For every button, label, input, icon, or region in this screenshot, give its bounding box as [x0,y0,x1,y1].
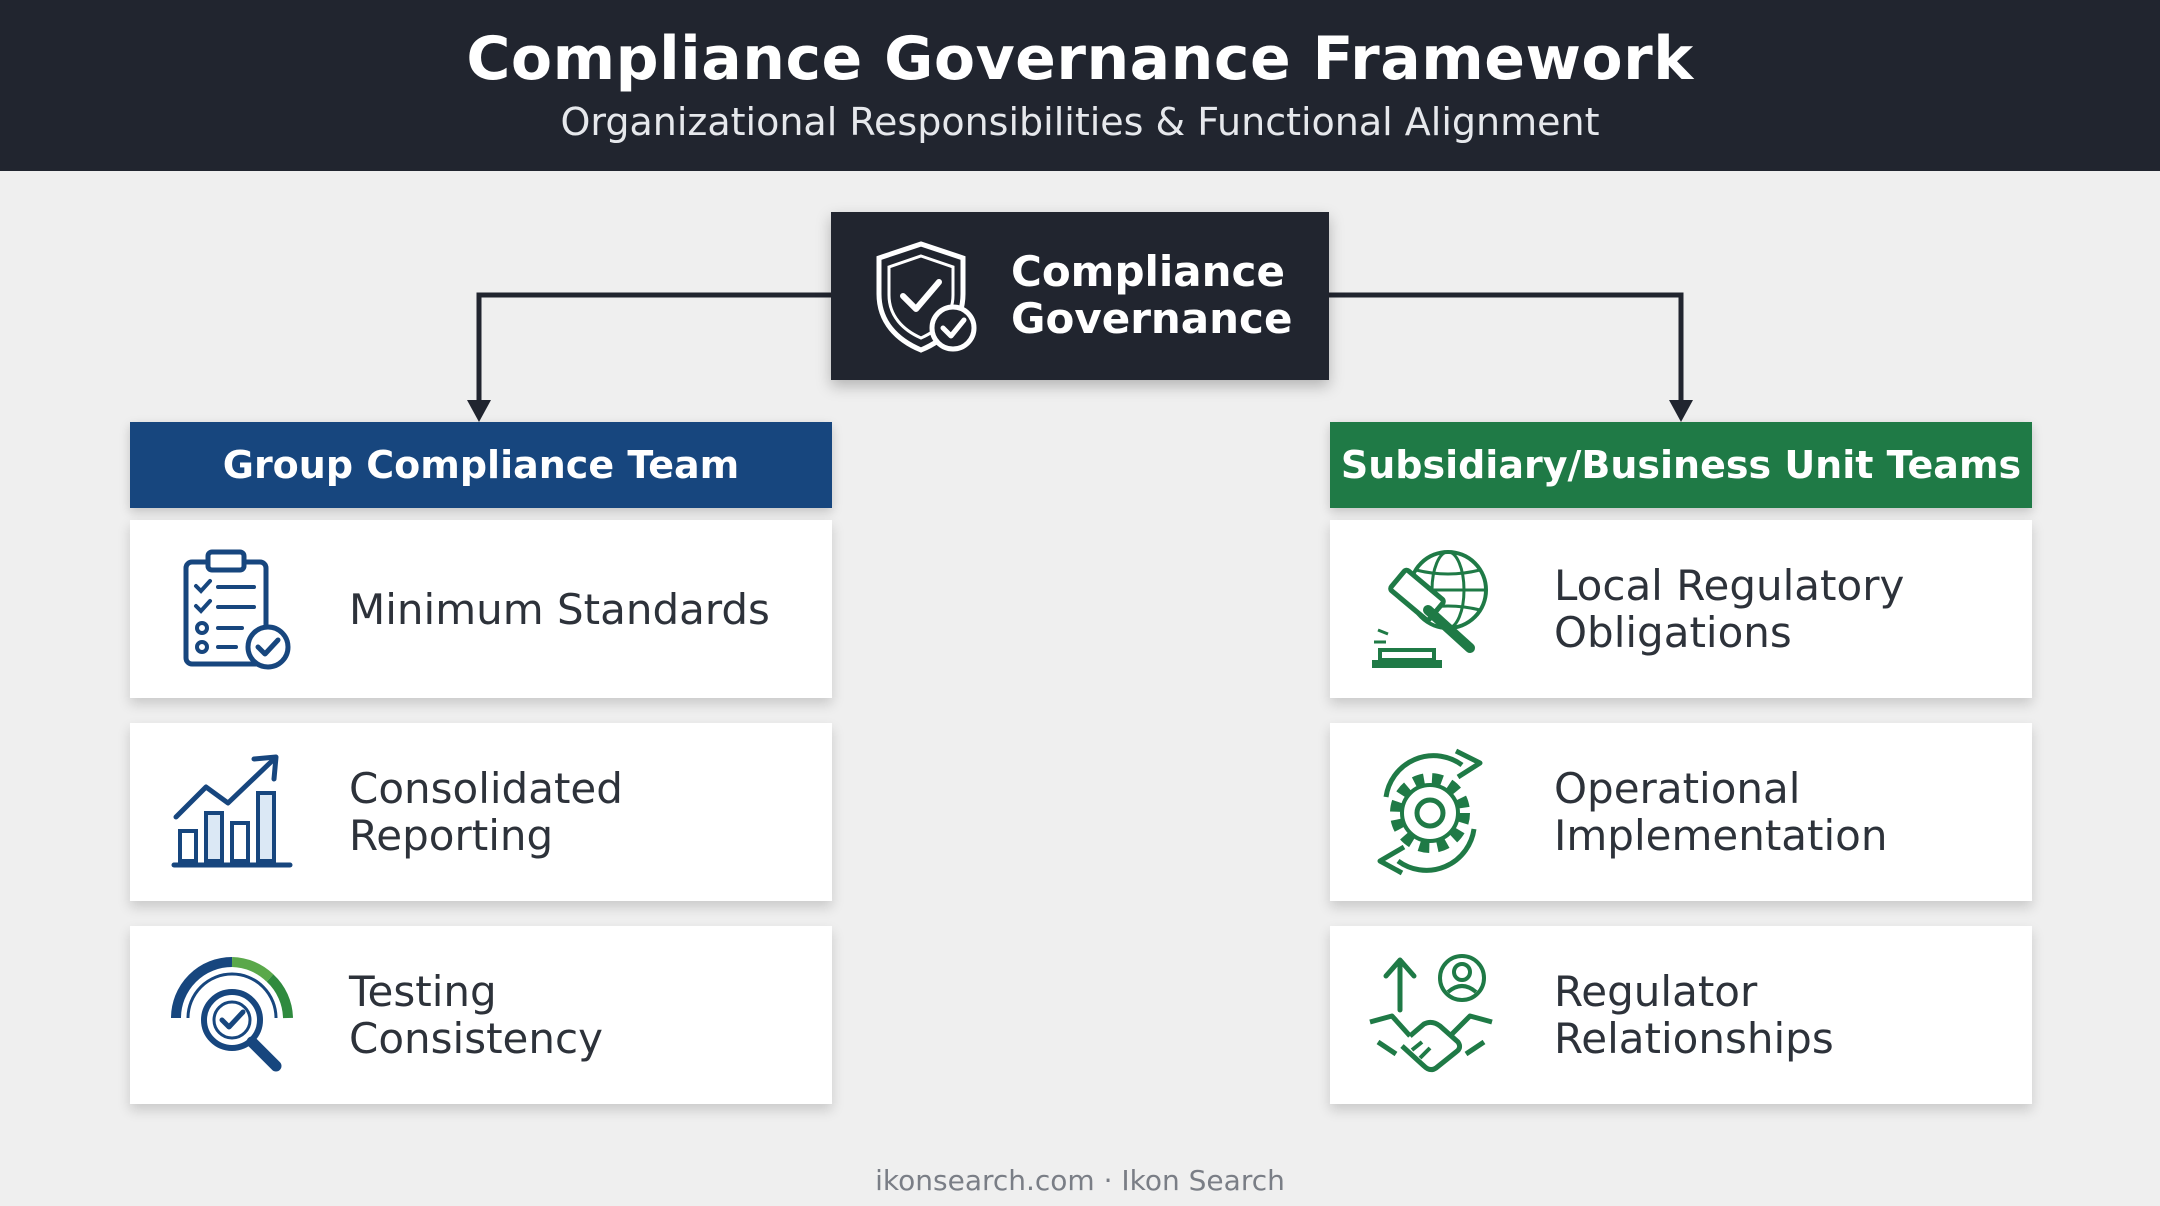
card-operational-implementation: Operational Implementation [1330,723,2032,901]
arrowhead-left [467,400,491,422]
root-node-label: Compliance Governance [1011,247,1293,343]
footer-attribution: ikonsearch.com · Ikon Search [875,1164,1285,1197]
card-local-regulatory-obligations: Local Regulatory Obligations [1330,520,2032,698]
connector-left [476,292,831,408]
gauge-magnifier-icon [171,957,293,1072]
root-node-compliance-governance: Compliance Governance [831,212,1329,380]
gear-cycle-icon [1377,748,1483,876]
card-label: Regulator Relationships [1554,967,1834,1063]
card-label: Operational Implementation [1554,764,1888,860]
card-label: Testing Consistency [349,967,603,1063]
bar-chart-trend-icon [171,754,293,868]
globe-gavel-icon [1372,550,1488,668]
clipboard-checklist-icon [183,549,291,670]
handshake-person-icon [1369,954,1493,1073]
card-label: Consolidated Reporting [349,764,623,860]
card-label: Minimum Standards [349,584,770,634]
arrowhead-right [1669,400,1693,422]
card-minimum-standards: Minimum Standards [130,520,832,698]
shield-check-icon [876,241,977,353]
card-testing-consistency: Testing Consistency [130,926,832,1104]
card-regulator-relationships: Regulator Relationships [1330,926,2032,1104]
group-compliance-team-header: Group Compliance Team [130,422,832,508]
business-unit-teams-header: Subsidiary/Business Unit Teams [1330,422,2032,508]
card-consolidated-reporting: Consolidated Reporting [130,723,832,901]
connector-right [1329,292,1684,408]
card-label: Local Regulatory Obligations [1554,561,1905,657]
